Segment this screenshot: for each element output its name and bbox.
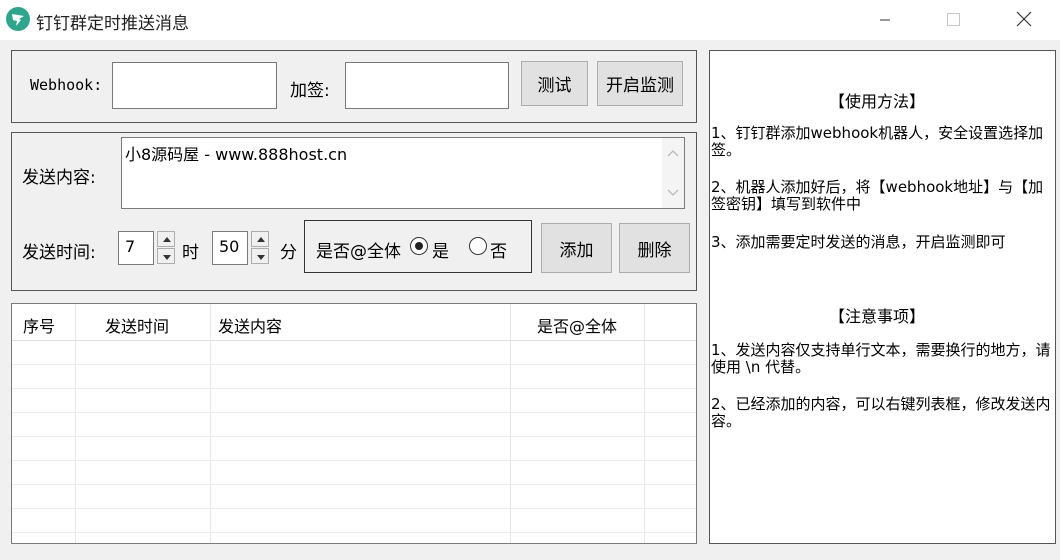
webhook-input[interactable]: [112, 62, 277, 109]
column-header-content[interactable]: 发送内容: [218, 313, 282, 337]
minute-input[interactable]: 50: [212, 231, 248, 265]
usage-item: 3、添加需要定时发送的消息，开启监测即可: [711, 233, 1006, 251]
minute-up-button[interactable]: [251, 231, 269, 247]
at-all-no-radio[interactable]: [469, 237, 487, 255]
webhook-label: Webhook:: [30, 76, 103, 94]
test-button[interactable]: 测试: [521, 61, 588, 106]
close-button[interactable]: [1000, 0, 1046, 40]
row-divider: [12, 484, 696, 485]
maximize-button[interactable]: [930, 0, 976, 40]
hour-stepper[interactable]: [157, 231, 175, 265]
row-divider: [12, 532, 696, 533]
notes-item: 1、发送内容仅支持单行文本，需要换行的地方，请使用 \n 代替。: [711, 341, 1051, 376]
add-button[interactable]: 添加: [541, 223, 612, 273]
maximize-icon: [947, 13, 960, 26]
minimize-button[interactable]: [862, 0, 908, 40]
hour-up-button[interactable]: [157, 231, 175, 247]
column-header-index[interactable]: 序号: [23, 313, 55, 337]
row-divider: [12, 460, 696, 461]
arrow-up-icon: [257, 237, 265, 242]
header-divider: [12, 340, 696, 341]
at-all-yes-label[interactable]: 是: [432, 237, 449, 262]
hour-down-button[interactable]: [157, 248, 175, 264]
arrow-down-icon: [257, 255, 265, 260]
at-all-yes-radio[interactable]: [410, 237, 428, 255]
sign-secret-input[interactable]: [345, 62, 509, 109]
window-title: 钉钉群定时推送消息: [36, 14, 189, 34]
close-icon: [1016, 11, 1032, 27]
content-scrollbar[interactable]: [662, 138, 684, 208]
content-text: 小8源码屋 - www.888host.cn: [125, 145, 348, 164]
row-divider: [12, 388, 696, 389]
content-textarea[interactable]: 小8源码屋 - www.888host.cn: [121, 137, 685, 209]
usage-item: 2、机器人添加好后，将【webhook地址】与【加签密钥】填写到软件中: [711, 178, 1044, 213]
scroll-arrows-icon: [667, 150, 679, 196]
row-divider: [12, 364, 696, 365]
row-divider: [12, 508, 696, 509]
column-header-at-all[interactable]: 是否@全体: [537, 313, 617, 337]
at-all-no-label[interactable]: 否: [490, 237, 507, 262]
minute-unit: 分: [280, 243, 297, 263]
instructions-panel: 【使用方法】 1、钉钉群添加webhook机器人，安全设置选择加签。 2、机器人…: [709, 50, 1056, 544]
minute-stepper[interactable]: [251, 231, 269, 265]
row-divider: [12, 436, 696, 437]
send-time-label: 发送时间:: [22, 243, 96, 263]
hour-input[interactable]: 7: [118, 231, 154, 265]
at-all-label: 是否@全体: [316, 242, 401, 262]
dingtalk-app-icon: [6, 7, 30, 31]
content-label: 发送内容:: [22, 168, 96, 188]
minimize-icon: [880, 19, 890, 21]
minute-down-button[interactable]: [251, 248, 269, 264]
notes-title: 【注意事项】: [829, 307, 926, 326]
sign-label: 加签:: [290, 81, 330, 101]
row-divider: [12, 412, 696, 413]
arrow-up-icon: [163, 237, 171, 242]
delete-button[interactable]: 删除: [619, 223, 690, 273]
title-bar: 钉钉群定时推送消息: [0, 0, 1060, 40]
usage-title: 【使用方法】: [829, 92, 926, 111]
hour-unit: 时: [182, 243, 199, 263]
radio-selected-dot: [414, 241, 423, 250]
start-monitor-button[interactable]: 开启监测: [597, 61, 683, 106]
schedule-list-table[interactable]: 序号 发送时间 发送内容 是否@全体: [11, 303, 697, 544]
notes-item: 2、已经添加的内容，可以右键列表框，修改发送内容。: [711, 395, 1051, 430]
column-header-send-time[interactable]: 发送时间: [105, 313, 169, 337]
usage-item: 1、钉钉群添加webhook机器人，安全设置选择加签。: [711, 124, 1044, 159]
arrow-down-icon: [163, 255, 171, 260]
